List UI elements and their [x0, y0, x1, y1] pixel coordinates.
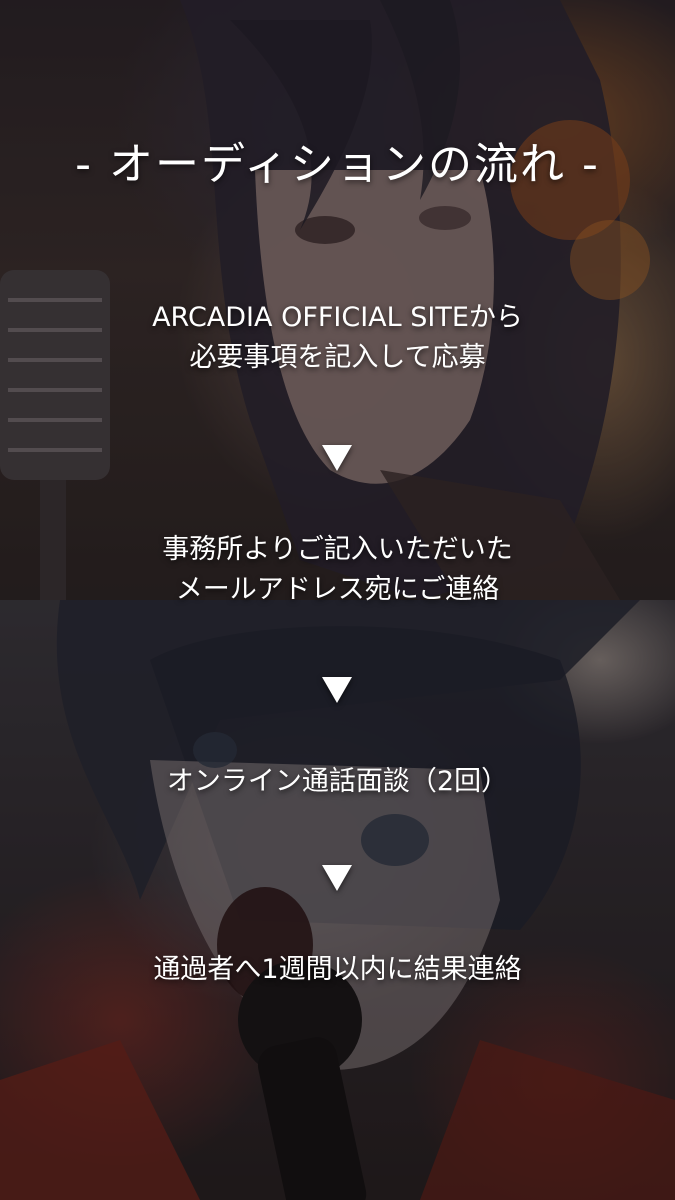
- flow-step-apply: ARCADIA OFFICIAL SITEから 必要事項を記入して応募: [0, 298, 675, 378]
- step-line: 通過者へ1週間以内に結果連絡: [153, 954, 522, 985]
- flow-step-result: 通過者へ1週間以内に結果連絡: [0, 950, 675, 990]
- down-triangle-icon: [322, 865, 352, 891]
- page-title: - オーディションの流れ -: [75, 139, 600, 190]
- step-line: オンライン通話面談（2回）: [166, 766, 509, 797]
- flow-step-interview: オンライン通話面談（2回）: [0, 762, 675, 802]
- step-line: ARCADIA OFFICIAL SITEから: [152, 302, 523, 333]
- flow-step-contact: 事務所よりご記入いただいた メールアドレス宛にご連絡: [0, 530, 675, 610]
- step-line: 事務所よりご記入いただいた: [162, 534, 513, 565]
- audition-flow-poster: - オーディションの流れ - ARCADIA OFFICIAL SITEから 必…: [0, 0, 675, 1200]
- down-triangle-icon: [322, 445, 352, 471]
- step-line: 必要事項を記入して応募: [189, 342, 486, 373]
- step-line: メールアドレス宛にご連絡: [175, 574, 500, 605]
- down-triangle-icon: [322, 677, 352, 703]
